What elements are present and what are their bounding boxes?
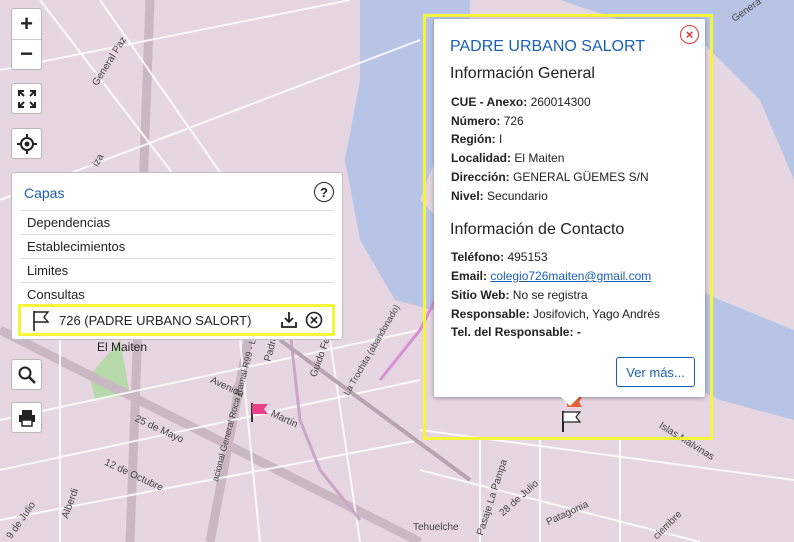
contact-value: - [576, 325, 581, 339]
info-value: El Maiten [514, 151, 565, 165]
info-value: I [499, 132, 503, 146]
info-row: Región: I [451, 132, 502, 146]
info-row: Localidad: El Maiten [451, 151, 564, 165]
flag-icon [33, 311, 50, 331]
printer-icon [18, 409, 35, 427]
search-icon [18, 366, 36, 384]
search-button[interactable] [11, 359, 42, 390]
contact-row: Email: colegio726maiten@gmail.com [451, 269, 651, 283]
zoom-in-button[interactable]: + [12, 9, 41, 39]
info-value: 260014300 [530, 95, 591, 109]
contact-row: Responsable: Josifovich, Yago Andrés [451, 307, 660, 321]
contact-row: Tel. del Responsable: - [451, 325, 581, 339]
contact-label: Email: [451, 269, 488, 283]
info-label: Dirección: [451, 170, 510, 184]
info-label: Localidad: [451, 151, 512, 165]
info-row: Número: 726 [451, 114, 524, 128]
remove-icon[interactable] [305, 311, 323, 329]
zoom-control: + − [11, 8, 42, 70]
download-icon[interactable] [280, 311, 298, 329]
layer-item-limites[interactable]: Limites [21, 258, 334, 282]
info-label: Región: [451, 132, 496, 146]
locate-button[interactable] [11, 128, 42, 159]
email-link[interactable]: colegio726maiten@gmail.com [490, 269, 651, 283]
info-row: CUE - Anexo: 260014300 [451, 95, 591, 109]
flag-marker-icon[interactable] [250, 401, 270, 423]
info-label: CUE - Anexo: [451, 95, 528, 109]
layers-panel-title: Capas [24, 185, 65, 201]
info-row: Dirección: GENERAL GÜEMES S/N [451, 170, 649, 184]
contact-value: No se registra [512, 288, 588, 302]
contact-value: 495153 [507, 250, 548, 264]
info-value: GENERAL GÜEMES S/N [513, 170, 649, 184]
info-label: Nivel: [451, 189, 484, 203]
crosshair-icon [16, 133, 37, 154]
info-popup: PADRE URBANO SALORT × Información Genera… [434, 19, 705, 397]
fullscreen-button[interactable] [11, 83, 42, 114]
street-label: El Maiten [97, 340, 148, 354]
contact-label: Tel. del Responsable: [451, 325, 574, 339]
close-icon[interactable]: × [680, 25, 699, 44]
layer-item-dependencias[interactable]: Dependencias [21, 210, 334, 234]
layers-list: Dependencias Establecimientos Limites Co… [21, 210, 334, 307]
help-button[interactable]: ? [314, 182, 334, 202]
street-label: Tehuelche [413, 522, 459, 533]
selected-layer-label: 726 (PADRE URBANO SALORT) [59, 313, 252, 328]
see-more-button[interactable]: Ver más... [616, 357, 695, 387]
contact-row: Sitio Web: No se registra [451, 288, 588, 302]
contact-row: Teléfono: 495153 [451, 250, 548, 264]
layer-item-establecimientos[interactable]: Establecimientos [21, 234, 334, 258]
popup-title: PADRE URBANO SALORT [450, 38, 646, 55]
contact-value: Josifovich, Yago Andrés [533, 307, 660, 321]
contact-label: Responsable: [451, 307, 530, 321]
info-value: Secundario [487, 189, 548, 203]
zoom-out-button[interactable]: − [12, 38, 41, 70]
popup-pointer [560, 396, 580, 406]
info-row: Nivel: Secundario [451, 189, 548, 203]
general-info-heading: Información General [450, 65, 595, 82]
contact-info-heading: Información de Contacto [450, 221, 625, 238]
info-value: 726 [503, 114, 524, 128]
print-button[interactable] [11, 402, 42, 433]
contact-label: Teléfono: [451, 250, 505, 264]
expand-icon [17, 89, 36, 108]
selected-layer-item[interactable]: 726 (PADRE URBANO SALORT) [18, 304, 335, 336]
info-label: Número: [451, 114, 501, 128]
contact-label: Sitio Web: [451, 288, 510, 302]
